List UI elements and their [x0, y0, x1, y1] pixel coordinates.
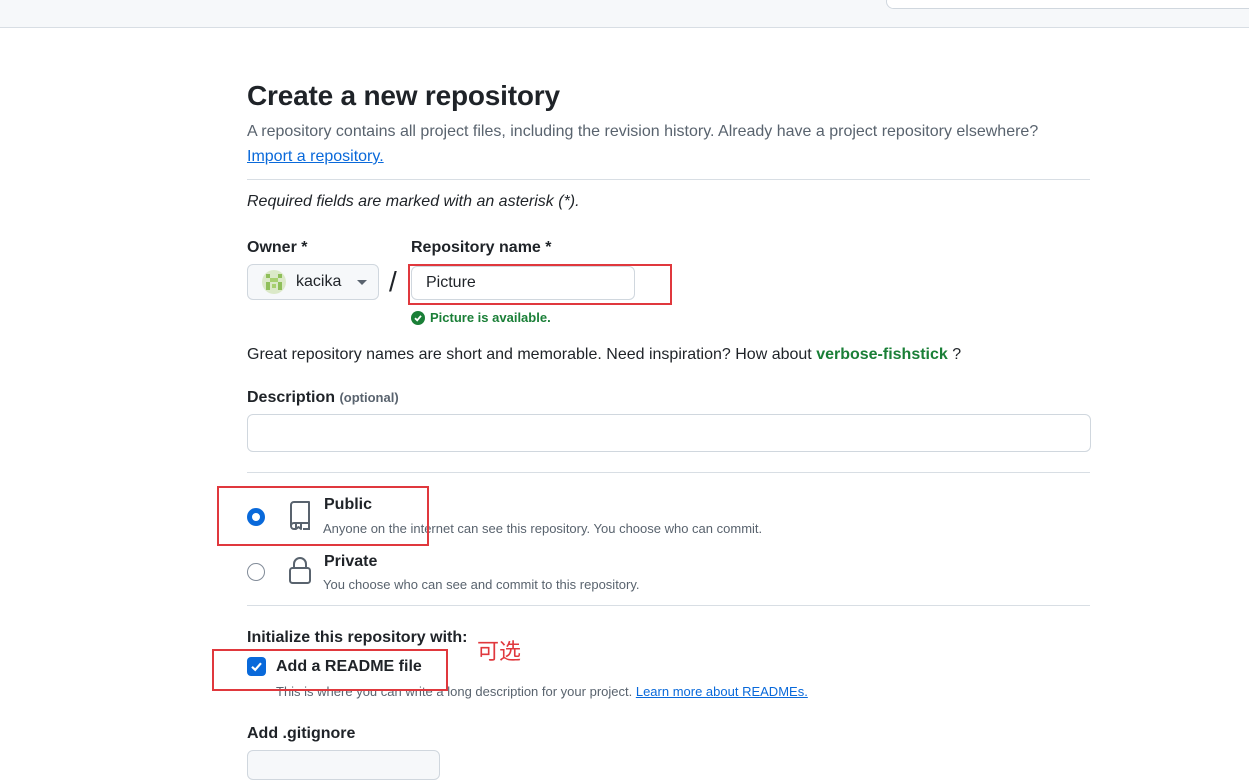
global-search-input[interactable] — [886, 0, 1249, 9]
top-bar — [0, 0, 1249, 28]
chevron-down-icon — [357, 279, 368, 285]
repo-icon — [287, 500, 313, 535]
suggested-name-link[interactable]: verbose-fishstick — [816, 346, 948, 363]
divider — [247, 472, 1090, 473]
owner-repo-separator: / — [389, 266, 397, 297]
public-radio[interactable] — [247, 508, 265, 526]
owner-dropdown[interactable]: kacika — [247, 264, 379, 300]
add-readme-label[interactable]: Add a README file — [276, 658, 422, 676]
availability-text: Picture is available. — [430, 310, 551, 325]
name-availability: Picture is available. — [411, 310, 551, 325]
divider — [247, 179, 1090, 180]
repository-name-label: Repository name * — [411, 239, 552, 256]
repository-name-input[interactable] — [411, 266, 635, 300]
readme-description: This is where you can write a long descr… — [276, 684, 808, 699]
description-label-text: Description — [247, 389, 336, 406]
hint-suffix: ? — [947, 346, 962, 363]
lock-icon — [287, 555, 313, 590]
name-hint: Great repository names are short and mem… — [247, 346, 961, 364]
readme-description-text: This is where you can write a long descr… — [276, 684, 633, 699]
owner-name: kacika — [296, 273, 342, 290]
divider — [247, 605, 1090, 606]
check-icon — [251, 662, 262, 672]
import-repository-link[interactable]: Import a repository. — [247, 148, 384, 166]
initialize-heading: Initialize this repository with: — [247, 629, 468, 646]
learn-more-readmes-link[interactable]: Learn more about READMEs. — [636, 684, 808, 699]
description-input[interactable] — [247, 414, 1091, 452]
public-description: Anyone on the internet can see this repo… — [323, 521, 763, 536]
check-circle-icon — [411, 310, 425, 325]
avatar — [262, 270, 286, 294]
hint-text: Great repository names are short and mem… — [247, 346, 817, 363]
gitignore-label: Add .gitignore — [247, 725, 356, 742]
page-title: Create a new repository — [247, 80, 560, 111]
optional-tag: (optional) — [339, 390, 399, 405]
public-title: Public — [324, 496, 373, 513]
owner-label: Owner * — [247, 239, 308, 256]
description-label: Description (optional) — [247, 389, 399, 407]
gitignore-template-dropdown[interactable] — [247, 750, 440, 780]
annotation-optional-note: 可选 — [477, 639, 522, 664]
private-description: You choose who can see and commit to thi… — [323, 577, 640, 592]
page-subtitle: A repository contains all project files,… — [247, 123, 1039, 140]
add-readme-checkbox[interactable] — [247, 657, 266, 676]
private-radio[interactable] — [247, 563, 265, 581]
required-fields-note: Required fields are marked with an aster… — [247, 193, 580, 210]
private-title: Private — [324, 553, 378, 570]
